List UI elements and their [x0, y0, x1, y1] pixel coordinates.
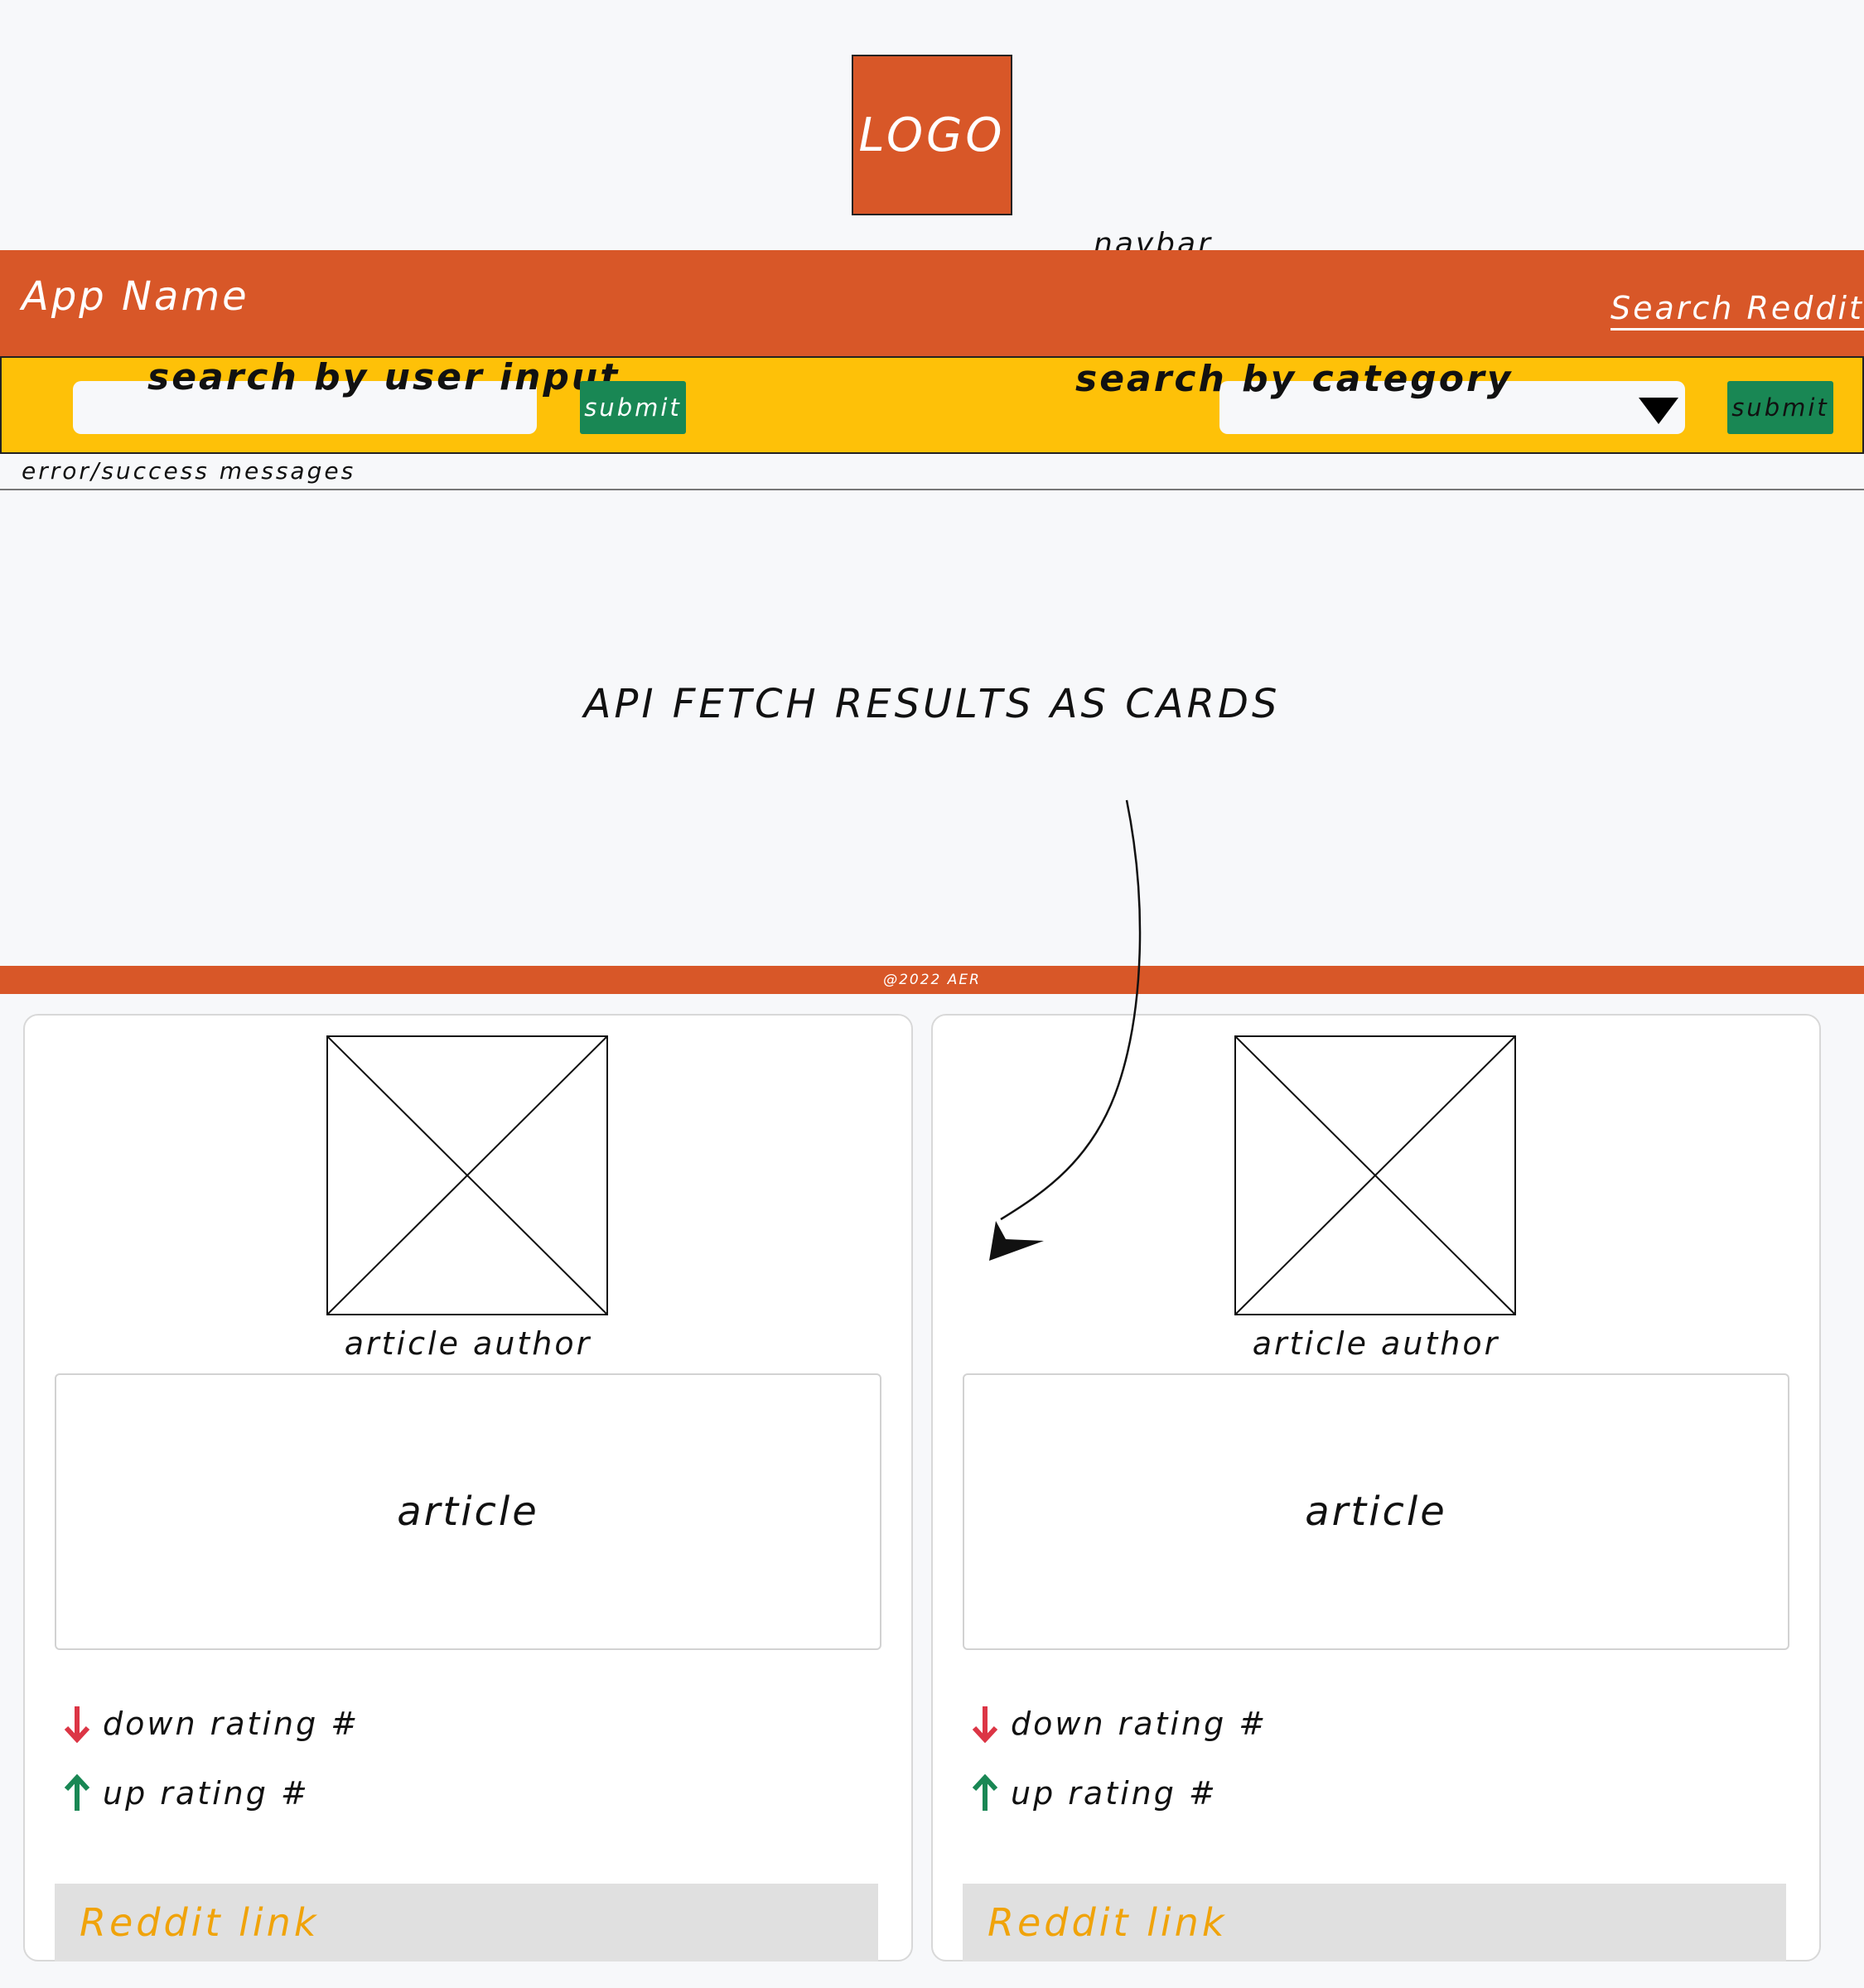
reddit-link[interactable]: Reddit link [55, 1884, 878, 1961]
article-text: article [1305, 1489, 1447, 1535]
up-rating: up rating # [971, 1774, 1218, 1812]
arrow-down-icon [64, 1706, 90, 1743]
arrow-up-icon [972, 1774, 998, 1811]
user-input-submit-button[interactable]: submit [580, 381, 686, 434]
search-reddit-link[interactable]: Search Reddit [1610, 290, 1864, 331]
footer: @2022 AER [0, 966, 1864, 994]
down-rating-label: down rating # [103, 1706, 360, 1742]
article-author: article author [1252, 1325, 1500, 1362]
article-body: article [963, 1373, 1789, 1650]
footer-copyright: @2022 AER [883, 972, 981, 988]
divider [0, 489, 1864, 490]
up-rating-label: up rating # [103, 1775, 310, 1812]
api-results-annotation: API FETCH RESULTS AS CARDS [583, 681, 1281, 727]
category-label: search by category [1075, 358, 1514, 400]
status-messages: error/success messages [22, 457, 356, 485]
arrow-down-icon [972, 1706, 998, 1743]
article-body: article [55, 1373, 881, 1650]
article-text: article [397, 1489, 539, 1535]
article-author: article author [344, 1325, 592, 1362]
chevron-down-icon[interactable] [1639, 398, 1678, 424]
up-rating: up rating # [63, 1774, 310, 1812]
arrow-up-icon [64, 1774, 90, 1811]
image-placeholder-icon [326, 1035, 608, 1315]
reddit-link[interactable]: Reddit link [963, 1884, 1786, 1961]
down-rating: down rating # [63, 1705, 360, 1743]
down-rating: down rating # [971, 1705, 1268, 1743]
user-input-label: search by user input [147, 356, 621, 398]
result-card: article author article down rating # up … [23, 1014, 913, 1961]
annotation-arrow-icon [989, 799, 1142, 1261]
logo: LOGO [852, 55, 1012, 215]
navbar [0, 250, 1864, 356]
image-placeholder-icon [1234, 1035, 1516, 1315]
app-name[interactable]: App Name [22, 273, 249, 320]
down-rating-label: down rating # [1011, 1706, 1268, 1742]
up-rating-label: up rating # [1011, 1775, 1218, 1812]
category-submit-button[interactable]: submit [1727, 381, 1833, 434]
